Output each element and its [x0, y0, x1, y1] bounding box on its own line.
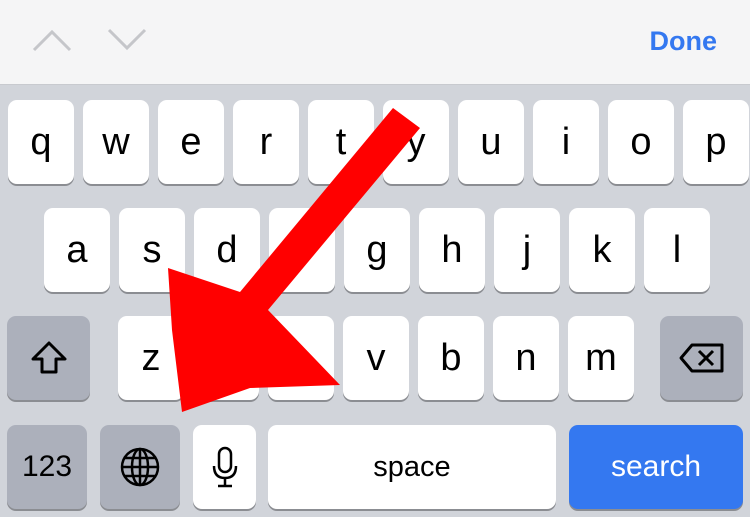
key-c[interactable]: c [268, 316, 334, 400]
key-j[interactable]: j [494, 208, 560, 292]
key-w[interactable]: w [83, 100, 149, 184]
globe-key[interactable] [100, 425, 180, 509]
key-q[interactable]: q [8, 100, 74, 184]
key-m[interactable]: m [568, 316, 634, 400]
chevron-up-icon[interactable] [32, 28, 72, 52]
done-button[interactable]: Done [650, 26, 718, 57]
space-key[interactable]: space [268, 425, 556, 509]
backspace-key[interactable] [660, 316, 743, 400]
key-z[interactable]: z [118, 316, 184, 400]
backspace-icon [679, 343, 723, 373]
key-k[interactable]: k [569, 208, 635, 292]
key-t[interactable]: t [308, 100, 374, 184]
key-p[interactable]: p [683, 100, 749, 184]
key-d[interactable]: d [194, 208, 260, 292]
globe-icon [120, 447, 160, 487]
key-l[interactable]: l [644, 208, 710, 292]
key-v[interactable]: v [343, 316, 409, 400]
key-s[interactable]: s [119, 208, 185, 292]
key-x[interactable]: x [193, 316, 259, 400]
shift-key[interactable] [7, 316, 90, 400]
key-r[interactable]: r [233, 100, 299, 184]
dictation-key[interactable] [193, 425, 256, 509]
key-i[interactable]: i [533, 100, 599, 184]
key-g[interactable]: g [344, 208, 410, 292]
microphone-icon [212, 446, 237, 488]
keyboard-toolbar: Done [0, 0, 750, 85]
key-e[interactable]: e [158, 100, 224, 184]
key-o[interactable]: o [608, 100, 674, 184]
shift-icon [31, 341, 66, 374]
key-h[interactable]: h [419, 208, 485, 292]
key-a[interactable]: a [44, 208, 110, 292]
key-n[interactable]: n [493, 316, 559, 400]
chevron-down-icon[interactable] [107, 28, 147, 52]
key-u[interactable]: u [458, 100, 524, 184]
key-y[interactable]: y [383, 100, 449, 184]
key-b[interactable]: b [418, 316, 484, 400]
numbers-key[interactable]: 123 [7, 425, 87, 509]
search-key[interactable]: search [569, 425, 743, 509]
key-f[interactable]: f [269, 208, 335, 292]
